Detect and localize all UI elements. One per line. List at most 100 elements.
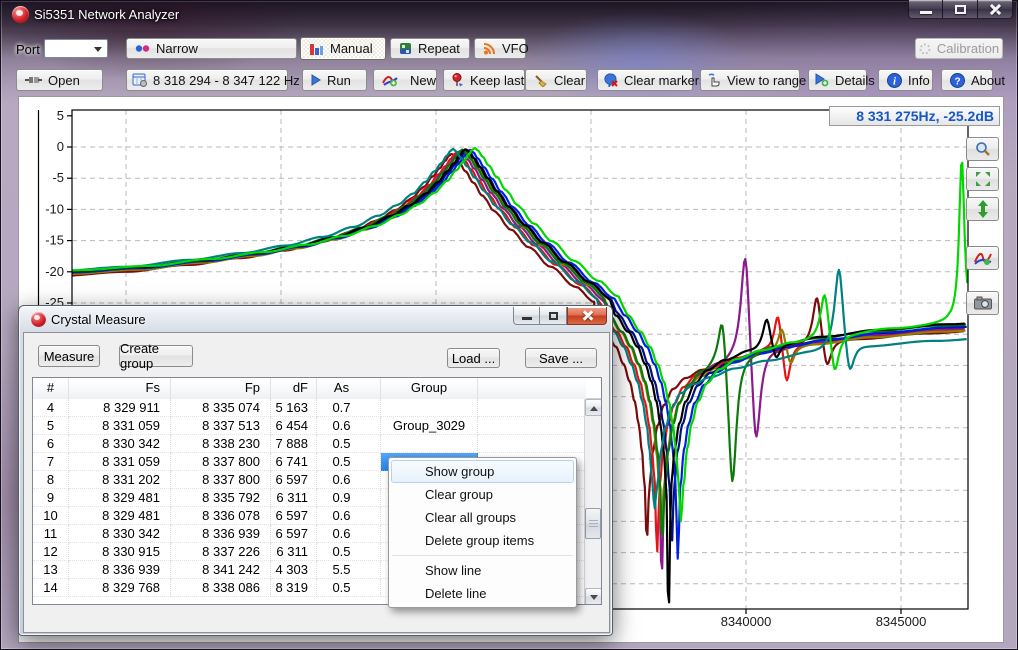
group-cell[interactable]: Group_3029 [381,417,478,435]
table-cell[interactable]: 14 [33,579,69,597]
maximize-button[interactable] [943,0,978,19]
table-cell[interactable]: 8 337 800 [171,471,271,489]
load-button[interactable]: Load ... [447,348,500,368]
graph-button[interactable] [966,246,999,270]
vfo-mode-button[interactable]: VFO [474,38,526,59]
table-cell[interactable]: 8 329 481 [69,507,171,525]
table-cell[interactable]: 0.9 [317,489,381,507]
table-cell[interactable]: 8 331 059 [69,417,171,435]
table-cell[interactable]: 6 311 [271,543,317,561]
table-cell[interactable]: 8 330 342 [69,525,171,543]
minimize-button[interactable] [908,0,943,19]
view-to-range-button[interactable]: View to range [700,69,800,91]
table-cell[interactable]: 0.6 [317,525,381,543]
table-cell[interactable]: 8 336 939 [171,525,271,543]
table-cell[interactable]: 6 597 [271,525,317,543]
table-cell[interactable]: 0.5 [317,435,381,453]
table-cell[interactable]: 0.6 [317,417,381,435]
table-cell[interactable]: 8 337 226 [171,543,271,561]
repeat-mode-button[interactable]: Repeat [390,38,470,59]
clear-markers-button[interactable]: Clear markers [597,69,693,91]
table-cell[interactable]: 8 330 915 [69,543,171,561]
zoom-button[interactable] [966,137,999,161]
table-row[interactable]: 58 331 0598 337 5136 4540.6Group_3029 [33,417,601,435]
table-cell[interactable]: 7 888 [271,435,317,453]
table-cell[interactable]: 8 338 086 [171,579,271,597]
menu-item-show-group[interactable]: Show group [391,460,574,483]
scrollbar-thumb[interactable] [585,508,601,539]
create-group-button[interactable]: Create group [119,345,193,367]
table-row[interactable]: 68 330 3428 338 2307 8880.5 [33,435,601,453]
table-cell[interactable]: 8 331 059 [69,453,171,471]
table-cell[interactable]: 0.5 [317,579,381,597]
column-header-group[interactable]: Group [381,378,478,399]
vertical-scale-button[interactable] [966,197,999,221]
table-cell[interactable]: 4 [33,399,69,417]
dialog-close-button[interactable] [567,307,607,325]
measure-button[interactable]: Measure [38,345,100,367]
about-button[interactable]: ? About [941,69,993,91]
save-button[interactable]: Save ... [525,348,597,368]
keep-last-button[interactable]: Keep last [443,69,525,91]
table-cell[interactable]: 8 336 939 [69,561,171,579]
port-select[interactable] [44,39,108,58]
table-cell[interactable]: 6 597 [271,507,317,525]
table-cell[interactable]: 11 [33,525,69,543]
table-cell[interactable]: 8 319 [271,579,317,597]
manual-mode-button[interactable]: Manual [300,37,386,60]
table-row[interactable]: 48 329 9118 335 0745 1630.7 [33,399,601,417]
table-cell[interactable]: 13 [33,561,69,579]
table-cell[interactable]: 0.6 [317,507,381,525]
table-cell[interactable]: 6 454 [271,417,317,435]
menu-item-delete-line[interactable]: Delete line [391,582,574,605]
close-button[interactable] [978,0,1013,19]
table-cell[interactable]: 0.6 [317,471,381,489]
table-cell[interactable]: 0.5 [317,453,381,471]
menu-item-clear-all-groups[interactable]: Clear all groups [391,506,574,529]
table-cell[interactable]: 5 163 [271,399,317,417]
table-cell[interactable]: 8 329 911 [69,399,171,417]
dialog-maximize-button[interactable] [540,307,567,325]
frequency-range-button[interactable]: 8 318 294 - 8 347 122 Hz [126,69,288,91]
table-cell[interactable]: 6 311 [271,489,317,507]
column-header-fp[interactable]: Fp [171,378,271,399]
table-cell[interactable]: 0.5 [317,543,381,561]
scroll-down-button[interactable] [585,588,602,605]
run-button[interactable]: Run [302,69,367,91]
table-cell[interactable]: 6 [33,435,69,453]
clear-button[interactable]: Clear [525,69,587,91]
fit-view-button[interactable] [966,167,999,191]
open-button[interactable]: Open [16,69,103,91]
group-cell[interactable] [381,399,478,417]
snapshot-button[interactable] [966,291,999,315]
table-cell[interactable]: 5.5 [317,561,381,579]
scroll-up-button[interactable] [585,399,602,416]
table-cell[interactable]: 8 335 792 [171,489,271,507]
info-button[interactable]: i Info [878,69,933,91]
column-header-[interactable]: # [33,378,69,399]
column-header-fs[interactable]: Fs [69,378,171,399]
table-cell[interactable]: 8 337 513 [171,417,271,435]
details-button[interactable]: Details [808,69,867,91]
menu-item-show-line[interactable]: Show line [391,559,574,582]
table-cell[interactable]: 8 335 074 [171,399,271,417]
new-button[interactable]: New [373,69,437,91]
table-cell[interactable]: 8 336 078 [171,507,271,525]
narrow-button[interactable]: Narrow [126,38,297,59]
column-header-as[interactable]: As [317,378,381,399]
table-cell[interactable]: 4 303 [271,561,317,579]
table-cell[interactable]: 0.7 [317,399,381,417]
table-cell[interactable]: 8 329 768 [69,579,171,597]
table-cell[interactable]: 8 329 481 [69,489,171,507]
table-cell[interactable]: 8 331 202 [69,471,171,489]
table-cell[interactable]: 9 [33,489,69,507]
table-cell[interactable]: 8 338 230 [171,435,271,453]
table-cell[interactable]: 8 341 242 [171,561,271,579]
menu-item-clear-group[interactable]: Clear group [391,483,574,506]
table-cell[interactable]: 12 [33,543,69,561]
table-cell[interactable]: 6 741 [271,453,317,471]
table-cell[interactable]: 10 [33,507,69,525]
menu-item-delete-group-items[interactable]: Delete group items [391,529,574,552]
calibration-button[interactable]: Calibration [915,38,1003,59]
table-cell[interactable]: 8 [33,471,69,489]
